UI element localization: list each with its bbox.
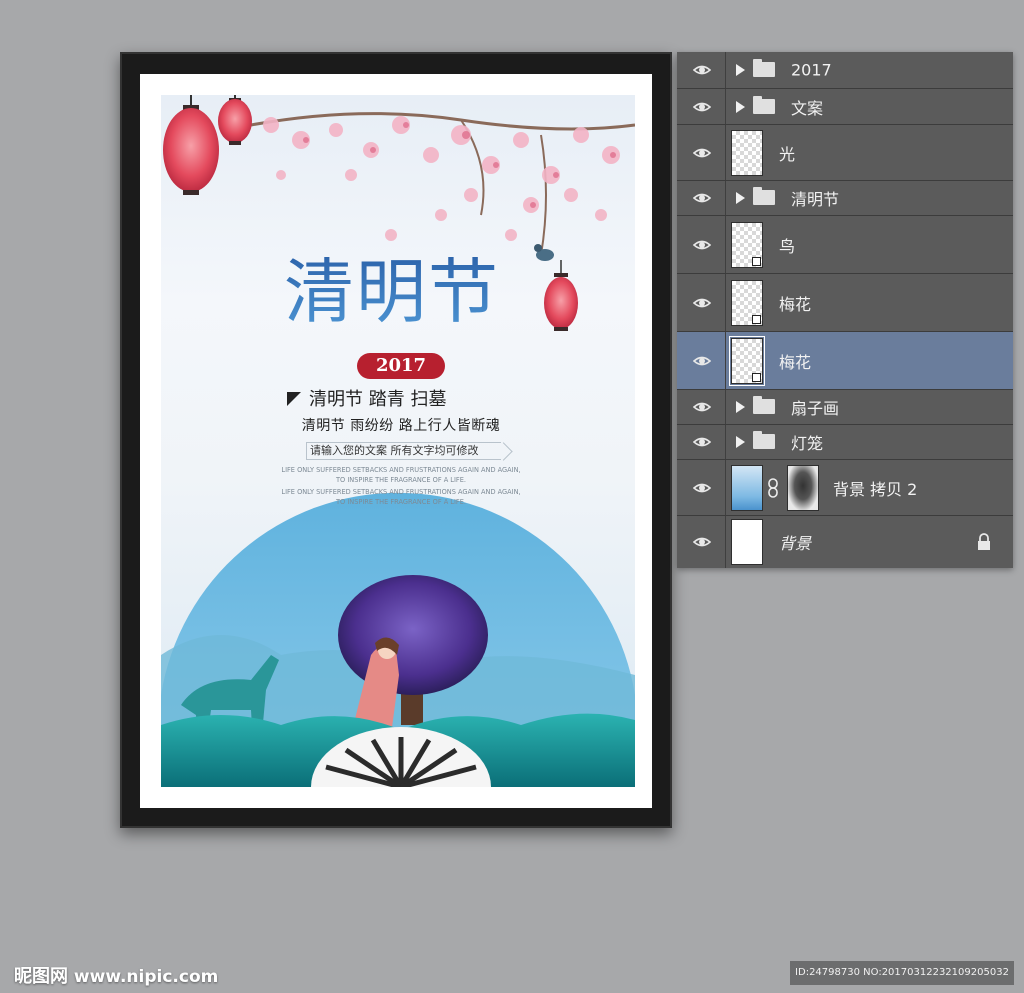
visibility-toggle[interactable]: [677, 89, 726, 124]
layer-thumbnail: [731, 279, 763, 326]
layer-mask-thumbnail[interactable]: [787, 464, 819, 511]
expand-arrow-icon[interactable]: [736, 192, 745, 204]
lock-icon[interactable]: [977, 533, 991, 551]
layer-row-plum-2-selected[interactable]: 梅花: [677, 332, 1013, 390]
layer-name[interactable]: 梅花: [779, 349, 811, 373]
layer-name[interactable]: 扇子画: [791, 395, 839, 419]
eye-icon: [693, 102, 711, 111]
expand-arrow-icon[interactable]: [736, 64, 745, 76]
image-id-label: ID:24798730 NO:20170312232109205032: [790, 961, 1014, 985]
layer-thumbnail: [729, 335, 765, 386]
eye-icon: [693, 483, 711, 492]
site-brand: 昵图网: [14, 966, 68, 987]
poster-title: 清明节: [257, 247, 527, 337]
folder-icon: [753, 95, 775, 114]
folder-icon: [753, 396, 775, 414]
smart-object-icon: [752, 372, 761, 382]
year-badge: 2017: [357, 353, 445, 379]
layer-row-bird[interactable]: 鸟: [677, 216, 1013, 274]
poster-tagline: 清明节 踏青 扫墓: [287, 385, 547, 411]
layer-name[interactable]: 2017: [791, 61, 832, 80]
smart-object-icon: [752, 256, 761, 266]
eye-icon: [693, 65, 711, 75]
layer-row-copy[interactable]: 文案: [677, 89, 1013, 125]
visibility-toggle[interactable]: [677, 460, 726, 515]
eye-icon: [693, 298, 711, 307]
lantern-right: [544, 260, 578, 331]
eye-icon: [693, 356, 711, 365]
site-watermark: 昵图网 www.nipic.com: [14, 962, 218, 988]
site-url: www.nipic.com: [73, 967, 219, 987]
visibility-toggle[interactable]: [677, 425, 726, 459]
layer-row-2017[interactable]: 2017: [677, 52, 1013, 89]
poster-artwork: 清明节 2017 清明节 踏青 扫墓 清明节 雨纷纷 路上行人皆断魂 请输入您的…: [161, 95, 635, 787]
folder-icon: [753, 431, 775, 449]
eye-icon: [693, 537, 711, 547]
folder-icon: [753, 59, 775, 77]
layer-row-plum-1[interactable]: 梅花: [677, 274, 1013, 332]
lantern-left-large: [163, 95, 219, 195]
layer-name[interactable]: 梅花: [779, 291, 811, 315]
lantern-left-small: [218, 95, 252, 145]
layer-row-lanterns[interactable]: 灯笼: [677, 425, 1013, 460]
visibility-toggle[interactable]: [677, 216, 726, 273]
eye-icon: [693, 193, 711, 203]
folder-icon: [753, 187, 775, 205]
layer-row-fan[interactable]: 扇子画: [677, 390, 1013, 425]
visibility-toggle[interactable]: [677, 332, 726, 389]
smart-object-icon: [752, 314, 761, 324]
visibility-toggle[interactable]: [677, 181, 726, 215]
eye-icon: [693, 437, 711, 447]
visibility-toggle[interactable]: [677, 125, 726, 180]
tagline-text: 清明节 踏青 扫墓: [309, 389, 447, 410]
eye-icon: [693, 148, 711, 157]
layer-thumbnail: [731, 464, 763, 511]
layer-row-background-copy[interactable]: 背景 拷贝 2: [677, 460, 1013, 516]
expand-arrow-icon[interactable]: [736, 436, 745, 448]
layer-name[interactable]: 光: [779, 141, 795, 165]
english-line: TO INSPIRE THE FRAGRANCE OF A LIFE.: [336, 498, 466, 506]
layer-thumbnail: [731, 519, 763, 565]
layer-name[interactable]: 鸟: [779, 233, 795, 257]
fan-painting: [161, 492, 635, 787]
layer-row-qingming[interactable]: 清明节: [677, 181, 1013, 216]
english-line: TO INSPIRE THE FRAGRANCE OF A LIFE.: [336, 476, 466, 484]
layer-name[interactable]: 背景: [779, 530, 811, 554]
chain-link-icon[interactable]: [767, 477, 779, 498]
eye-icon: [693, 402, 711, 412]
expand-arrow-icon[interactable]: [736, 100, 745, 113]
layers-panel: 2017 文案 光 清明节 鸟 梅花 梅花 扇子画 灯笼 背景 拷贝 2 背景: [677, 52, 1013, 568]
visibility-toggle[interactable]: [677, 390, 726, 424]
expand-arrow-icon[interactable]: [736, 401, 745, 413]
visibility-toggle[interactable]: [677, 516, 726, 568]
layer-name[interactable]: 背景 拷贝 2: [833, 476, 917, 500]
eye-icon: [693, 240, 711, 249]
visibility-toggle[interactable]: [677, 52, 726, 88]
flag-icon: [287, 392, 301, 406]
poster-illustration: [161, 95, 635, 787]
layer-row-background[interactable]: 背景: [677, 516, 1013, 568]
bird: [534, 244, 554, 261]
layer-row-light[interactable]: 光: [677, 125, 1013, 181]
poster-input-box: 请输入您的文案 所有文字均可修改: [306, 442, 501, 460]
plum-blossom-branch: [250, 112, 635, 256]
visibility-toggle[interactable]: [677, 274, 726, 331]
layer-name[interactable]: 清明节: [791, 186, 839, 210]
layer-thumbnail: [731, 129, 763, 176]
layer-name[interactable]: 文案: [791, 95, 823, 119]
layer-thumbnail: [731, 221, 763, 268]
layer-name[interactable]: 灯笼: [791, 430, 823, 454]
poster-poem: 清明节 雨纷纷 路上行人皆断魂: [301, 418, 501, 434]
